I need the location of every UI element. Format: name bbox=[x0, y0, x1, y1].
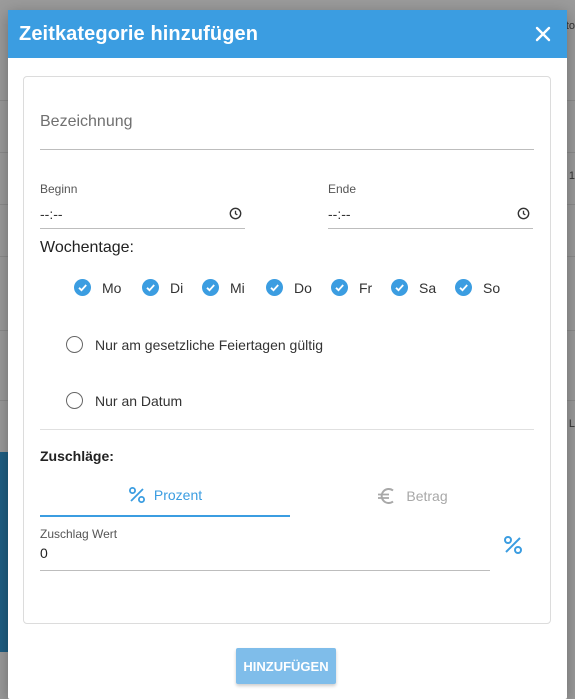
surcharge-value-input[interactable]: 0 bbox=[40, 545, 48, 561]
weekday-checkbox-do[interactable]: Do bbox=[266, 279, 312, 296]
section-divider bbox=[40, 429, 534, 430]
add-time-category-dialog: Zeitkategorie hinzufügen Beginn --:-- En… bbox=[8, 10, 567, 699]
check-icon[interactable] bbox=[266, 279, 283, 296]
weekday-checkbox-di[interactable]: Di bbox=[142, 279, 183, 296]
weekday-label: Do bbox=[294, 279, 312, 296]
clock-icon[interactable] bbox=[517, 207, 530, 220]
weekday-label: Fr bbox=[359, 279, 373, 296]
tab-amount[interactable]: Betrag bbox=[290, 475, 534, 517]
dialog-header: Zeitkategorie hinzufügen bbox=[8, 10, 567, 58]
percent-icon bbox=[128, 487, 145, 503]
radio-holidays-only[interactable]: Nur am gesetzliche Feiertagen gültig bbox=[66, 336, 323, 353]
radio-button[interactable] bbox=[66, 392, 83, 409]
radio-holidays-label: Nur am gesetzliche Feiertagen gültig bbox=[95, 336, 324, 353]
radio-date-only[interactable]: Nur an Datum bbox=[66, 392, 182, 409]
radio-date-label: Nur an Datum bbox=[95, 392, 183, 409]
tab-percent[interactable]: Prozent bbox=[40, 475, 290, 517]
end-time-value[interactable]: --:-- bbox=[328, 206, 351, 222]
weekday-checkbox-fr[interactable]: Fr bbox=[331, 279, 372, 296]
weekday-checkbox-so[interactable]: So bbox=[455, 279, 500, 296]
percent-icon bbox=[504, 536, 522, 554]
dialog-title: Zeitkategorie hinzufügen bbox=[19, 22, 259, 45]
start-time-field[interactable]: Beginn --:-- bbox=[40, 182, 245, 229]
surcharge-value-label: Zuschlag Wert bbox=[40, 527, 118, 541]
surcharges-label: Zuschläge: bbox=[40, 448, 114, 464]
start-time-label: Beginn bbox=[40, 182, 78, 196]
check-icon[interactable] bbox=[391, 279, 408, 296]
check-icon[interactable] bbox=[142, 279, 159, 296]
weekday-label: Di bbox=[170, 279, 184, 296]
weekday-checkbox-mo[interactable]: Mo bbox=[74, 279, 121, 296]
form-card: Beginn --:-- Ende --:-- Wochentage: Mo D… bbox=[23, 76, 551, 624]
bg-edge-text: to bbox=[565, 20, 575, 32]
close-icon[interactable] bbox=[531, 22, 555, 46]
tab-amount-label: Betrag bbox=[406, 488, 448, 504]
weekday-checkbox-mi[interactable]: Mi bbox=[202, 279, 245, 296]
name-input[interactable] bbox=[40, 113, 534, 131]
check-icon[interactable] bbox=[202, 279, 219, 296]
name-field[interactable] bbox=[40, 113, 534, 150]
weekdays-label: Wochentage: bbox=[40, 239, 134, 256]
radio-button[interactable] bbox=[66, 336, 83, 353]
add-button[interactable]: HINZUFÜGEN bbox=[236, 648, 336, 684]
start-time-value[interactable]: --:-- bbox=[40, 206, 63, 222]
clock-icon[interactable] bbox=[229, 207, 242, 220]
weekday-label: So bbox=[483, 279, 501, 296]
check-icon[interactable] bbox=[74, 279, 91, 296]
end-time-field[interactable]: Ende --:-- bbox=[328, 182, 533, 229]
bg-edge-text: L bbox=[568, 418, 575, 430]
bg-sidebar-accent bbox=[0, 452, 8, 652]
weekday-label: Sa bbox=[419, 279, 437, 296]
bg-edge-text: 1 bbox=[568, 170, 575, 182]
check-icon[interactable] bbox=[331, 279, 348, 296]
euro-icon bbox=[378, 488, 394, 504]
weekday-checkbox-sa[interactable]: Sa bbox=[391, 279, 436, 296]
surcharge-value-field[interactable]: Zuschlag Wert 0 bbox=[40, 527, 490, 571]
end-time-label: Ende bbox=[328, 182, 357, 196]
check-icon[interactable] bbox=[455, 279, 472, 296]
weekday-label: Mo bbox=[102, 279, 122, 296]
weekday-label: Mi bbox=[230, 279, 245, 296]
tab-percent-label: Prozent bbox=[153, 487, 203, 503]
